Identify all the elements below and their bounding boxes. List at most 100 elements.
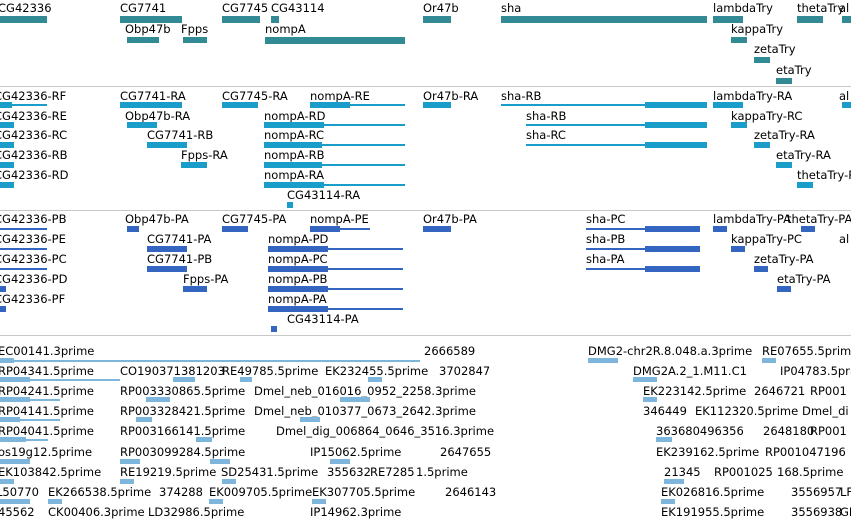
gene-label[interactable]: thetaTry bbox=[797, 2, 844, 15]
gene-label[interactable]: Or47b bbox=[423, 2, 459, 15]
gene-feature[interactable] bbox=[0, 16, 47, 23]
est-label[interactable]: EK009705.5prime bbox=[209, 486, 312, 499]
est-feature[interactable] bbox=[664, 479, 684, 484]
protein-feature[interactable] bbox=[0, 286, 6, 292]
est-label[interactable]: IP14962.3prime bbox=[310, 506, 401, 519]
transcript-label[interactable]: nompA-RA bbox=[264, 169, 324, 182]
est-label[interactable]: EK307705.5prime bbox=[312, 486, 415, 499]
protein-label[interactable]: CG42336-PE bbox=[0, 233, 66, 246]
protein-feature[interactable] bbox=[801, 226, 815, 232]
transcript-feature[interactable] bbox=[264, 122, 324, 128]
est-label[interactable]: 168.5prime bbox=[777, 466, 843, 479]
transcript-feature[interactable] bbox=[0, 142, 14, 148]
transcript-label[interactable]: CG43114-RA bbox=[287, 189, 360, 202]
protein-label[interactable]: CG42336-PF bbox=[0, 293, 65, 306]
est-feature[interactable] bbox=[120, 459, 140, 464]
est-feature[interactable] bbox=[136, 417, 152, 422]
transcript-feature[interactable] bbox=[0, 162, 14, 168]
est-feature[interactable] bbox=[340, 397, 370, 402]
protein-feature[interactable] bbox=[268, 306, 328, 312]
est-label[interactable]: GI bbox=[840, 506, 851, 519]
est-label[interactable]: EK223142.5prime bbox=[643, 385, 746, 398]
protein-label[interactable]: zetaTry-PA bbox=[754, 253, 814, 266]
est-label[interactable]: RP001025 bbox=[714, 466, 773, 479]
gene-label[interactable]: CG43114 bbox=[271, 2, 325, 15]
protein-feature[interactable] bbox=[147, 266, 187, 272]
gene-feature[interactable] bbox=[731, 37, 747, 43]
protein-feature[interactable] bbox=[268, 246, 328, 252]
transcript-label[interactable]: sha-RB bbox=[526, 110, 566, 123]
protein-feature[interactable] bbox=[268, 266, 328, 272]
est-label[interactable]: RE07655.5prime bbox=[762, 345, 851, 358]
est-feature[interactable] bbox=[633, 377, 657, 382]
gene-feature[interactable] bbox=[222, 16, 260, 23]
est-feature[interactable] bbox=[0, 459, 30, 464]
est-label[interactable]: SD25431.5prime bbox=[221, 466, 318, 479]
gene-label[interactable]: kappaTry bbox=[731, 23, 783, 36]
est-label[interactable]: RP003166141.5prime bbox=[120, 425, 245, 438]
est-label[interactable]: 2648180 bbox=[763, 425, 814, 438]
gene-label[interactable]: CG42336 bbox=[0, 2, 52, 15]
transcript-feature[interactable] bbox=[264, 162, 322, 168]
gene-label[interactable]: Obp47b bbox=[125, 23, 171, 36]
transcript-feature[interactable] bbox=[287, 202, 293, 208]
protein-label[interactable]: nompA-PC bbox=[268, 253, 328, 266]
gene-label[interactable]: zetaTry bbox=[754, 43, 796, 56]
est-feature[interactable] bbox=[0, 499, 30, 504]
gene-feature[interactable] bbox=[271, 16, 279, 23]
protein-feature[interactable] bbox=[754, 266, 768, 272]
transcript-label[interactable]: CG42336-RD bbox=[0, 169, 69, 182]
est-label[interactable]: RE49785.5prime bbox=[222, 365, 318, 378]
protein-label[interactable]: nompA-PA bbox=[268, 293, 327, 306]
transcript-feature[interactable] bbox=[645, 102, 707, 108]
transcript-feature[interactable] bbox=[127, 122, 157, 128]
est-feature[interactable] bbox=[300, 417, 320, 422]
est-feature[interactable] bbox=[0, 358, 14, 363]
est-feature[interactable] bbox=[0, 437, 26, 442]
transcript-label[interactable]: CG7741-RB bbox=[147, 129, 213, 142]
gene-label[interactable]: al bbox=[839, 2, 849, 15]
transcript-feature[interactable] bbox=[754, 142, 770, 148]
est-label[interactable]: os19g12.5prime bbox=[0, 446, 92, 459]
gene-label[interactable]: sha bbox=[501, 2, 521, 15]
transcript-label[interactable]: thetaTry-RA bbox=[797, 169, 851, 182]
protein-feature[interactable] bbox=[777, 286, 791, 292]
est-feature[interactable] bbox=[173, 377, 195, 382]
est-feature[interactable] bbox=[661, 499, 675, 504]
est-label[interactable]: 21345 bbox=[664, 466, 701, 479]
est-label[interactable]: EK266538.5prime bbox=[48, 486, 151, 499]
transcript-label[interactable]: zetaTry-RA bbox=[754, 129, 815, 142]
est-label[interactable]: EC00141.3prime bbox=[0, 345, 94, 358]
est-label[interactable]: RP001 bbox=[810, 385, 847, 398]
transcript-feature[interactable] bbox=[797, 182, 813, 188]
protein-label[interactable]: Fpps-PA bbox=[183, 273, 228, 286]
protein-label[interactable]: nompA-PE bbox=[310, 213, 369, 226]
transcript-label[interactable]: sha-RB bbox=[501, 90, 541, 103]
est-feature[interactable] bbox=[312, 499, 326, 504]
est-label[interactable]: EK026816.5prime bbox=[661, 486, 764, 499]
gene-feature[interactable] bbox=[776, 78, 792, 84]
est-label[interactable]: 1.5prime bbox=[416, 466, 468, 479]
est-label[interactable]: IP15062.5prime bbox=[310, 446, 401, 459]
gene-feature[interactable] bbox=[120, 16, 182, 23]
gene-feature[interactable] bbox=[797, 16, 823, 23]
est-label[interactable]: LF bbox=[840, 486, 851, 499]
protein-feature[interactable] bbox=[0, 306, 6, 312]
protein-feature[interactable] bbox=[645, 266, 700, 272]
transcript-feature[interactable] bbox=[147, 142, 187, 148]
transcript-feature[interactable] bbox=[0, 122, 14, 128]
transcript-label[interactable]: sha-RC bbox=[526, 129, 566, 142]
protein-label[interactable]: CG7741-PA bbox=[147, 233, 211, 246]
est-feature[interactable] bbox=[196, 437, 212, 442]
est-label[interactable]: IP04783.5prime bbox=[780, 365, 851, 378]
est-label[interactable]: 346449 bbox=[643, 405, 687, 418]
transcript-label[interactable]: etaTry-RA bbox=[776, 149, 831, 162]
est-label[interactable]: 355632 bbox=[327, 466, 371, 479]
transcript-feature[interactable] bbox=[731, 122, 747, 128]
est-label[interactable]: EK239162.5prime bbox=[656, 446, 759, 459]
transcript-feature[interactable] bbox=[0, 102, 12, 108]
gene-label[interactable]: CG7745 bbox=[222, 2, 268, 15]
est-feature[interactable] bbox=[146, 397, 170, 402]
gene-feature[interactable] bbox=[842, 16, 851, 23]
protein-label[interactable]: nompA-PD bbox=[268, 233, 328, 246]
